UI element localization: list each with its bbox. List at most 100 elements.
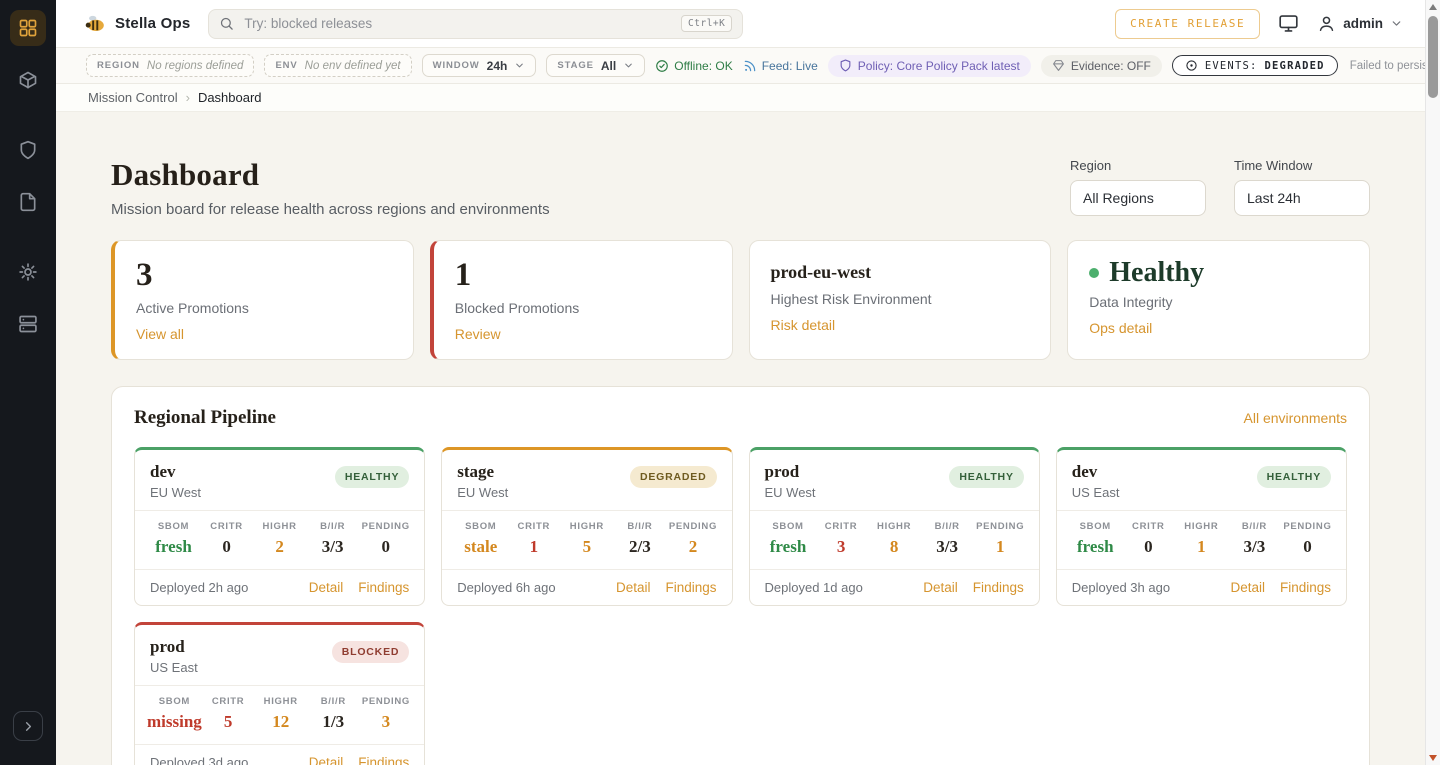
- stat-value-pending: 0: [1281, 537, 1334, 557]
- sidebar-expand-button[interactable]: [13, 711, 43, 741]
- kpi-row: 3 Active Promotions View all 1 Blocked P…: [111, 240, 1370, 360]
- create-release-button[interactable]: CREATE RELEASE: [1115, 9, 1260, 39]
- gem-icon: [1052, 59, 1065, 72]
- stat-value-sbom: missing: [147, 712, 202, 732]
- stat-label-critr: CRITR: [507, 521, 560, 532]
- view-all-link[interactable]: View all: [136, 326, 184, 342]
- stat-label-bir: B/I/R: [921, 521, 974, 532]
- ops-detail-link[interactable]: Ops detail: [1089, 320, 1152, 336]
- stat-label-pending: PENDING: [974, 521, 1027, 532]
- region-select[interactable]: All Regions: [1070, 180, 1206, 216]
- search-input[interactable]: [242, 15, 673, 32]
- env-name: dev: [150, 462, 201, 482]
- region-chip-label: REGION: [97, 60, 140, 71]
- scrollbar-down-arrow[interactable]: [1429, 755, 1437, 761]
- deployed-text: Deployed 2h ago: [150, 580, 248, 595]
- deployed-text: Deployed 1d ago: [765, 580, 863, 595]
- stage-chip-label: STAGE: [557, 60, 594, 71]
- sidebar-item-releases[interactable]: [10, 62, 46, 98]
- kpi-value: prod-eu-west: [771, 261, 1030, 284]
- stat-label-critr: CRITR: [815, 521, 868, 532]
- sidebar-item-reports[interactable]: [10, 184, 46, 220]
- grid-icon: [18, 18, 38, 38]
- env-region: EU West: [765, 485, 816, 500]
- stat-value-sbom: fresh: [762, 537, 815, 557]
- scrollbar-thumb[interactable]: [1428, 16, 1438, 98]
- detail-link[interactable]: Detail: [309, 580, 344, 595]
- stat-value-pending: 2: [666, 537, 719, 557]
- findings-link[interactable]: Findings: [1280, 580, 1331, 595]
- search-shortcut-badge: Ctrl+K: [681, 15, 732, 32]
- monitor-icon[interactable]: [1278, 13, 1299, 34]
- stat-value-pending: 1: [974, 537, 1027, 557]
- window-context-chip[interactable]: WINDOW 24h: [422, 54, 537, 77]
- chevron-down-icon: [623, 60, 634, 71]
- chevron-down-icon: [1390, 17, 1403, 30]
- stat-label-highr: HIGHR: [560, 521, 613, 532]
- chevron-down-icon: [514, 60, 525, 71]
- stat-label-pending: PENDING: [359, 521, 412, 532]
- risk-detail-link[interactable]: Risk detail: [771, 317, 836, 333]
- header-actions: CREATE RELEASE admin: [1115, 9, 1403, 39]
- all-environments-link[interactable]: All environments: [1244, 410, 1348, 426]
- stat-label-sbom: SBOM: [762, 521, 815, 532]
- kpi-label: Data Integrity: [1089, 294, 1348, 310]
- region-context-chip[interactable]: REGION No regions defined: [86, 54, 254, 77]
- stage-context-chip[interactable]: STAGE All: [546, 54, 645, 77]
- stat-value-bir: 3/3: [1228, 537, 1281, 557]
- sidebar-item-settings[interactable]: [10, 254, 46, 290]
- region-chip-value: No regions defined: [147, 60, 244, 72]
- stat-label-bir: B/I/R: [306, 521, 359, 532]
- env-context-chip[interactable]: ENV No env defined yet: [264, 54, 411, 77]
- stat-label-bir: B/I/R: [613, 521, 666, 532]
- review-link[interactable]: Review: [455, 326, 501, 342]
- events-status-pill[interactable]: EVENTS: DEGRADED: [1172, 55, 1338, 76]
- findings-link[interactable]: Findings: [973, 580, 1024, 595]
- region-filter-label: Region: [1070, 158, 1206, 173]
- detail-link[interactable]: Detail: [1230, 580, 1265, 595]
- stat-label-pending: PENDING: [1281, 521, 1334, 532]
- stat-label-pending: PENDING: [666, 521, 719, 532]
- kpi-value: Healthy: [1089, 258, 1348, 287]
- deployed-text: Deployed 3d ago: [150, 755, 248, 765]
- stat-value-bir: 3/3: [306, 537, 359, 557]
- scrollbar-up-arrow[interactable]: [1429, 4, 1437, 10]
- stat-label-bir: B/I/R: [307, 696, 360, 707]
- findings-link[interactable]: Findings: [665, 580, 716, 595]
- user-menu[interactable]: admin: [1317, 14, 1403, 33]
- health-text: Healthy: [1109, 258, 1204, 287]
- deployed-text: Deployed 3h ago: [1072, 580, 1170, 595]
- regional-pipeline-panel: Regional Pipeline All environments dev E…: [111, 386, 1370, 765]
- sidebar-item-dashboard[interactable]: [10, 10, 46, 46]
- breadcrumb-mission-control[interactable]: Mission Control: [88, 90, 178, 105]
- time-window-filter-label: Time Window: [1234, 158, 1370, 173]
- env-chip-value: No env defined yet: [305, 60, 401, 72]
- env-card-stage-eu-west: stage EU West DEGRADED SBOMstale CRITR1 …: [441, 447, 732, 606]
- feed-status: Feed: Live: [743, 59, 818, 73]
- sidebar-item-policies[interactable]: [10, 132, 46, 168]
- stat-label-highr: HIGHR: [254, 696, 307, 707]
- brand-name: Stella Ops: [115, 15, 190, 32]
- kpi-label: Active Promotions: [136, 300, 392, 316]
- breadcrumb-separator: ›: [186, 90, 190, 105]
- breadcrumb: Mission Control › Dashboard: [56, 84, 1425, 112]
- env-name: prod: [150, 637, 198, 657]
- time-window-select[interactable]: Last 24h: [1234, 180, 1370, 216]
- sidebar-item-infrastructure[interactable]: [10, 306, 46, 342]
- findings-link[interactable]: Findings: [358, 580, 409, 595]
- env-card-dev-eu-west: dev EU West HEALTHY SBOMfresh CRITR0 HIG…: [134, 447, 425, 606]
- findings-link[interactable]: Findings: [358, 755, 409, 765]
- stat-value-critr: 3: [815, 537, 868, 557]
- detail-link[interactable]: Detail: [923, 580, 958, 595]
- chevron-right-icon: [21, 719, 36, 734]
- shield-icon: [839, 59, 852, 72]
- env-name: stage: [457, 462, 508, 482]
- page-scrollbar: [1425, 0, 1440, 765]
- detail-link[interactable]: Detail: [309, 755, 344, 765]
- stat-value-sbom: fresh: [147, 537, 200, 557]
- search-box: Ctrl+K: [208, 9, 743, 39]
- env-status-badge: DEGRADED: [630, 466, 717, 488]
- detail-link[interactable]: Detail: [616, 580, 651, 595]
- stat-label-critr: CRITR: [200, 521, 253, 532]
- person-icon: [1317, 14, 1336, 33]
